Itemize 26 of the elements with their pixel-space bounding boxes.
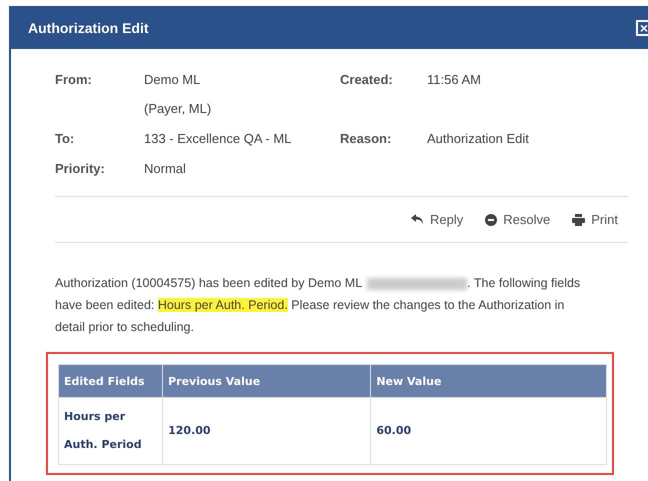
field-value: Authorization Edit [427, 130, 530, 148]
reply-link[interactable]: Reply [411, 212, 464, 227]
field-value: 11:56 AM [427, 71, 482, 89]
field-value: Normal [144, 160, 186, 178]
window-title: Authorization Edit [28, 20, 149, 36]
field-value: (Payer, ML) [144, 100, 212, 118]
field-label: From: [55, 71, 93, 89]
field-label: Reason: [340, 130, 392, 148]
minus-circle-icon [485, 214, 498, 226]
table-cell: 60.00 [370, 398, 606, 464]
field-label: To: [55, 130, 76, 148]
column-header: New Value [370, 364, 606, 398]
printer-icon [572, 214, 586, 226]
resolve-link[interactable]: Resolve [485, 212, 550, 227]
table-cell: 120.00 [162, 398, 371, 464]
field-value: 133 - Excellence QA - ML [144, 130, 292, 148]
field-value: Demo ML [144, 71, 200, 89]
table-cell: Hours per Auth. Period [58, 398, 163, 464]
field-label: Created: [340, 71, 394, 89]
reply-icon [411, 214, 424, 225]
column-header: Previous Value [162, 364, 371, 398]
print-link[interactable]: Print [572, 212, 618, 227]
message-text: Authorization (10004575) has been edited by Demo ML . The following fields have been edited: Hours per Auth. Period. Please review the changes to the Authorization in detail prior to scheduling. [55, 275, 582, 336]
column-header: Edited Fields [58, 364, 163, 398]
close-button[interactable]: × [636, 20, 648, 36]
field-label: Priority: [55, 160, 106, 178]
